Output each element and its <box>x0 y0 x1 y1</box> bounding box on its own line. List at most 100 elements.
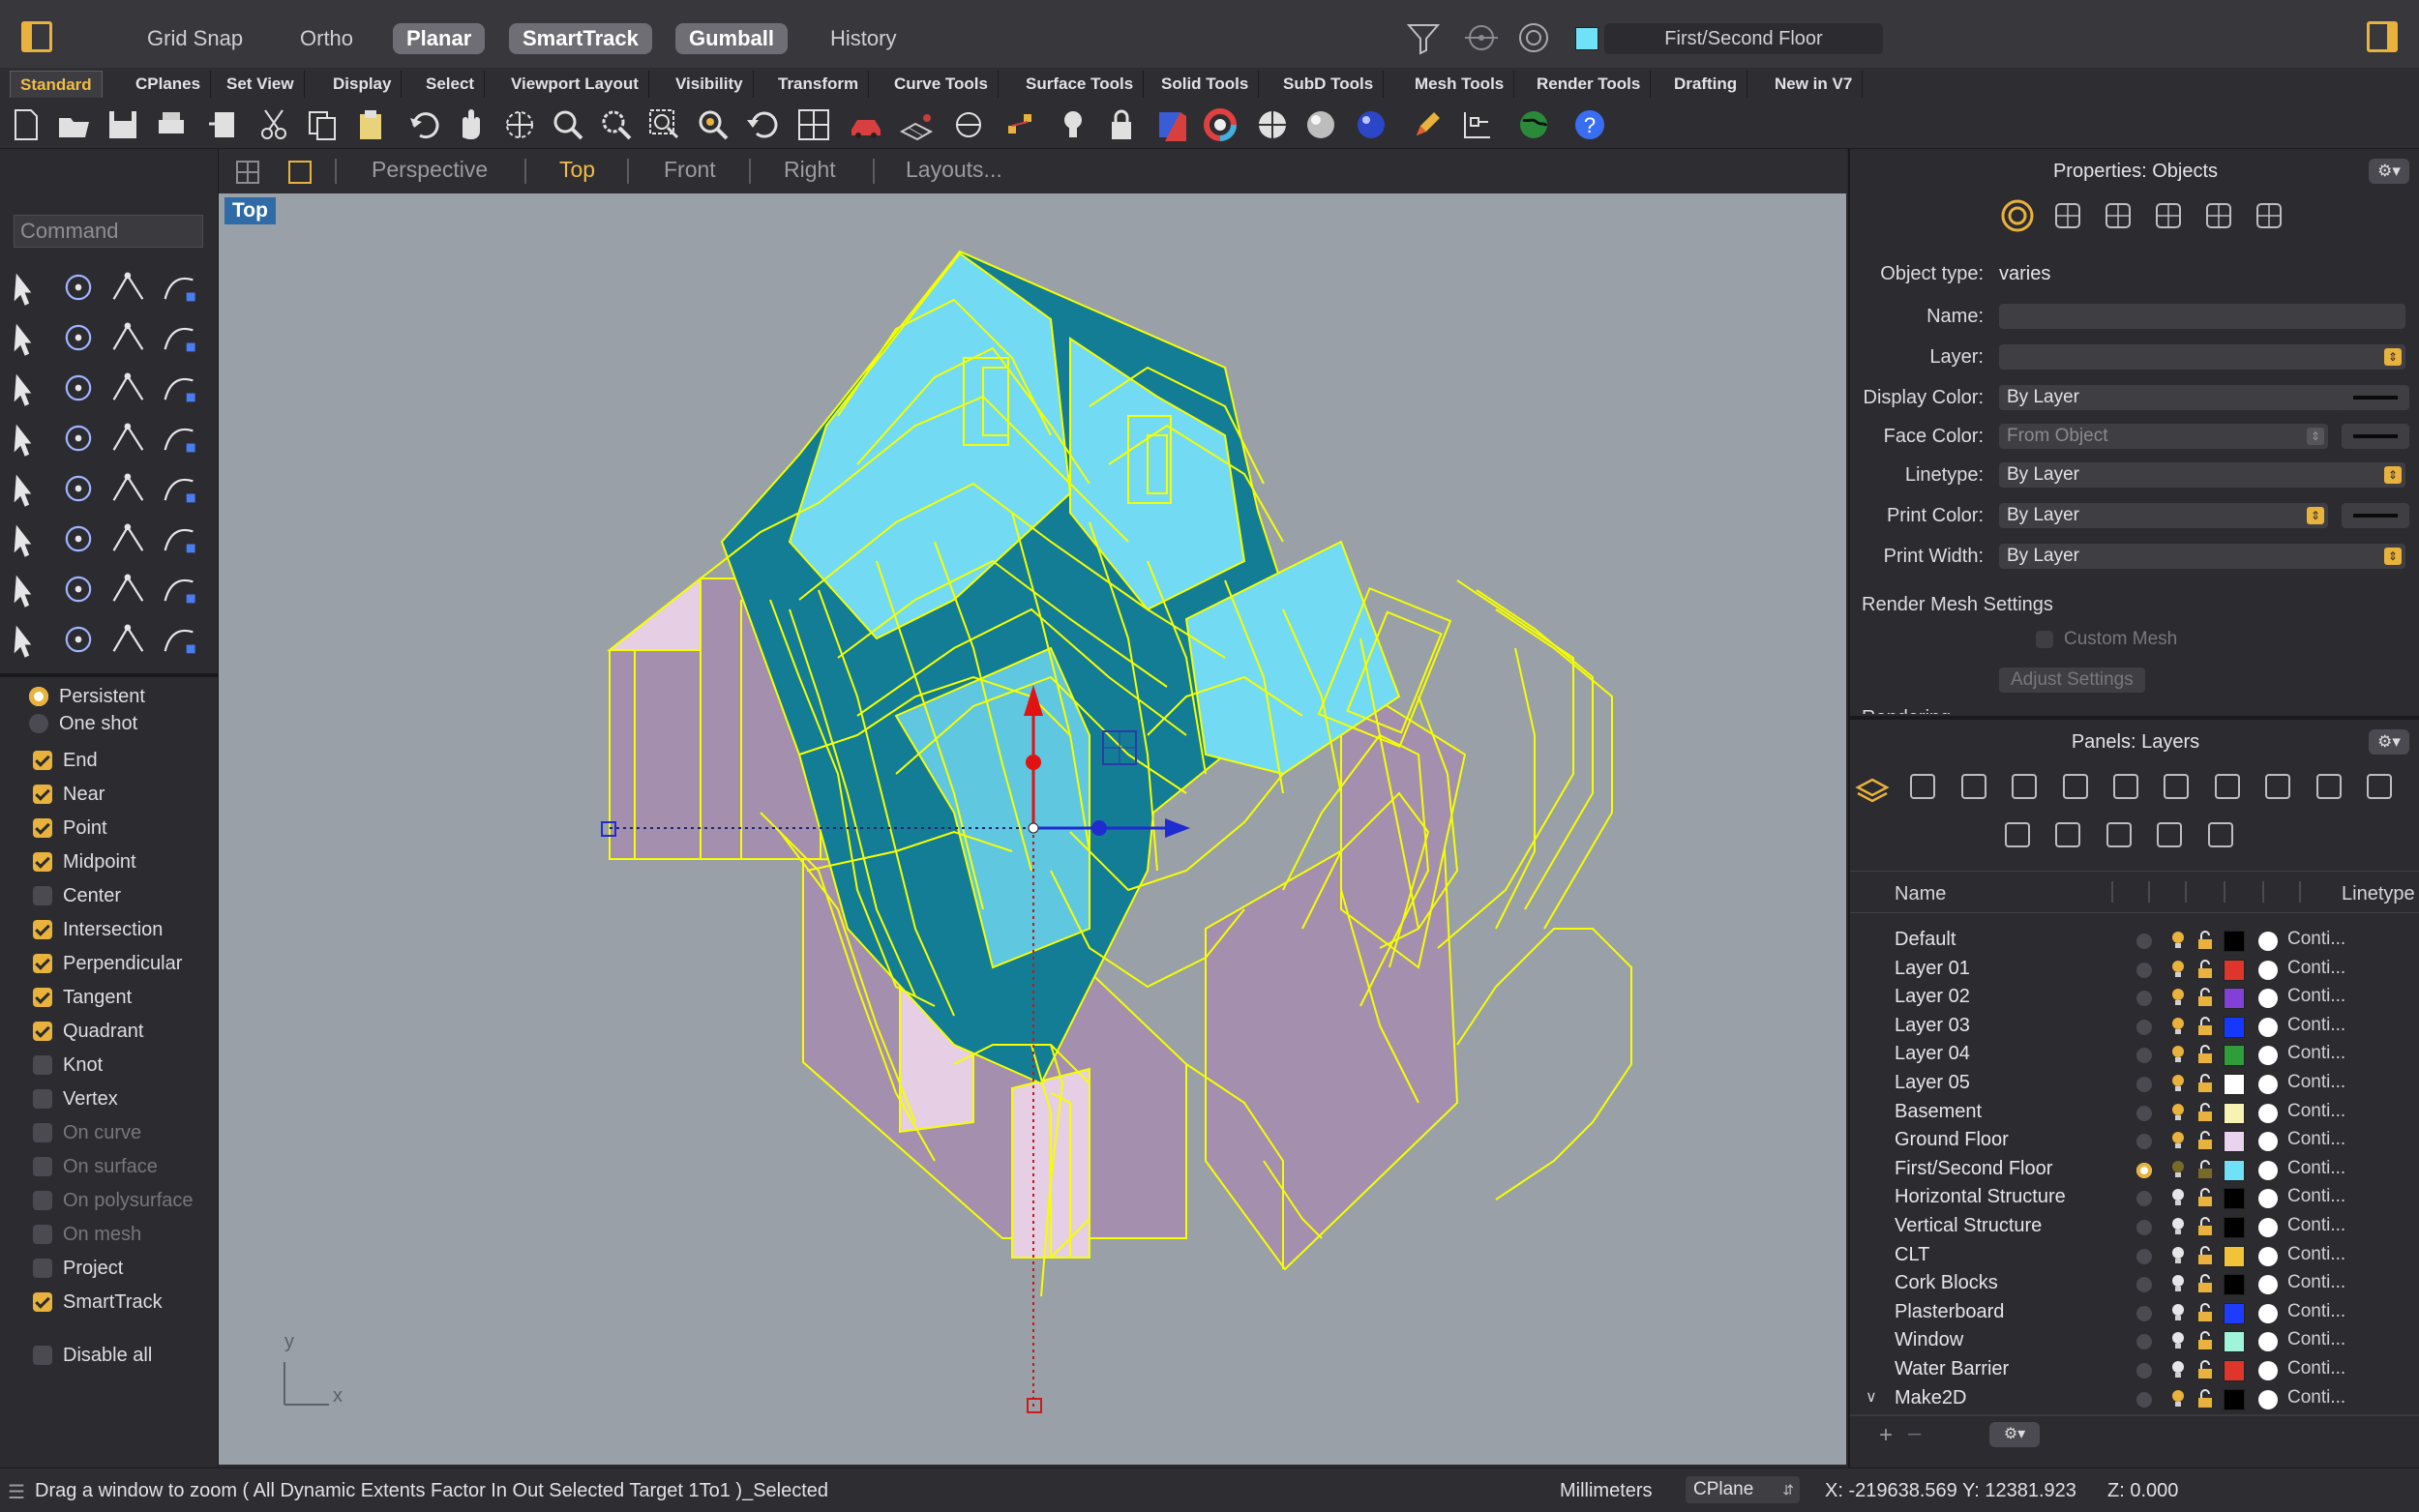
ellipse-icon[interactable] <box>58 317 99 358</box>
cplane-icon[interactable] <box>950 106 987 143</box>
col-linetype[interactable]: Linetype <box>2342 883 2415 905</box>
layer-row[interactable]: First/Second Floor Conti... <box>1850 1155 2419 1183</box>
object-properties-icon[interactable] <box>1999 197 2036 234</box>
lock-icon[interactable] <box>2195 1245 2216 1266</box>
blocks-icon[interactable] <box>2006 768 2043 805</box>
smarttrack-toggle[interactable]: SmartTrack <box>509 23 652 54</box>
tab-subd-tools[interactable]: SubD Tools <box>1273 71 1385 98</box>
osnap-near[interactable]: Near <box>33 781 105 808</box>
visibility-bulb-icon[interactable] <box>2167 1016 2189 1037</box>
current-layer-dot[interactable] <box>2136 1191 2152 1207</box>
layer-row[interactable]: Layer 01 Conti... <box>1850 955 2419 983</box>
osnap-checkbox[interactable] <box>33 920 52 939</box>
current-layer-dot[interactable] <box>2136 1134 2152 1150</box>
status-menu-icon[interactable]: ☰ <box>8 1480 25 1504</box>
lock-icon[interactable] <box>2195 1159 2216 1180</box>
layer-material-icon[interactable] <box>2258 1017 2278 1037</box>
grid-snap-toggle[interactable]: Grid Snap <box>134 23 256 54</box>
layer-name[interactable]: First/Second Floor <box>1895 1158 2052 1180</box>
grid-panel-icon[interactable] <box>1999 816 2036 853</box>
tab-new-in-v7[interactable]: New in V7 <box>1765 71 1864 98</box>
layer-material-icon[interactable] <box>2258 1332 2278 1352</box>
zoom-extents-icon[interactable] <box>646 106 683 143</box>
tab-right[interactable]: Right <box>784 157 836 183</box>
lock-icon[interactable] <box>2195 1216 2216 1237</box>
circle-icon[interactable] <box>8 317 48 358</box>
adjust-settings-button[interactable]: Adjust Settings <box>1999 667 2145 693</box>
libraries-icon[interactable] <box>2202 816 2239 853</box>
sidebar-toggle-left-icon[interactable] <box>21 21 52 52</box>
osnap-checkbox[interactable] <box>33 1259 52 1278</box>
layer-row[interactable]: Layer 05 Conti... <box>1850 1069 2419 1097</box>
expand-chevron-icon[interactable]: ∨ <box>1866 1387 1877 1407</box>
current-layer-dot[interactable] <box>2136 1277 2152 1293</box>
tab-drafting[interactable]: Drafting <box>1664 71 1748 98</box>
surface-icon[interactable] <box>108 368 149 408</box>
osnap-vertex[interactable]: Vertex <box>33 1085 118 1112</box>
current-layer-swatch[interactable] <box>1575 27 1598 50</box>
four-view-icon[interactable] <box>795 106 832 143</box>
osnap-checkbox[interactable] <box>33 852 52 872</box>
layer-linetype[interactable]: Conti... <box>2287 986 2345 1007</box>
layer-name[interactable]: Ground Floor <box>1895 1129 2009 1151</box>
help-panel-icon[interactable] <box>2158 768 2195 805</box>
tab-transform[interactable]: Transform <box>768 71 870 98</box>
zoom-icon[interactable] <box>550 106 586 143</box>
osnap-checkbox[interactable] <box>33 1055 52 1075</box>
planar-toggle[interactable]: Planar <box>393 23 486 54</box>
tab-render-tools[interactable]: Render Tools <box>1527 71 1652 98</box>
scale-icon[interactable] <box>58 569 99 609</box>
lock-icon[interactable] <box>2195 1102 2216 1123</box>
osnap-checkbox[interactable] <box>33 1123 52 1142</box>
visibility-bulb-icon[interactable] <box>2167 1187 2189 1208</box>
layer-linetype[interactable]: Conti... <box>2287 929 2345 950</box>
layer-color-swatch[interactable] <box>2224 1159 2245 1181</box>
zoom-selected-icon[interactable] <box>695 106 732 143</box>
layer-material-icon[interactable] <box>2258 1046 2278 1066</box>
current-layer-dropdown[interactable]: First/Second Floor <box>1604 23 1883 54</box>
osnap-checkbox[interactable] <box>33 886 52 905</box>
tab-mesh-tools[interactable]: Mesh Tools <box>1405 71 1515 98</box>
current-layer-dot[interactable] <box>2136 1363 2152 1379</box>
custom-mesh-checkbox[interactable]: Custom Mesh <box>2036 629 2177 650</box>
layer-color-swatch[interactable] <box>2224 1188 2245 1210</box>
osnap-checkbox[interactable] <box>33 1089 52 1109</box>
layer-material-icon[interactable] <box>2258 1275 2278 1295</box>
layer-color-swatch[interactable] <box>2224 931 2245 952</box>
osnap-on-curve[interactable]: On curve <box>33 1119 141 1146</box>
add-layer-icon[interactable]: + <box>1879 1422 1893 1449</box>
visibility-bulb-icon[interactable] <box>2167 930 2189 951</box>
current-layer-dot[interactable] <box>2136 1305 2152 1321</box>
prop-field-face-color[interactable]: From Object ⇕ <box>1999 424 2328 449</box>
visibility-bulb-icon[interactable] <box>2167 1102 2189 1123</box>
sun-icon[interactable] <box>2151 816 2188 853</box>
layer-row[interactable]: CLT Conti... <box>1850 1241 2419 1269</box>
lock-icon[interactable] <box>2195 1073 2216 1094</box>
color-swatch-button[interactable] <box>2342 503 2409 528</box>
tab-display[interactable]: Display <box>323 71 403 98</box>
layer-linetype[interactable]: Conti... <box>2287 1186 2345 1207</box>
layer-linetype[interactable]: Conti... <box>2287 1329 2345 1350</box>
layer-linetype[interactable]: Conti... <box>2287 1043 2345 1064</box>
top-viewport[interactable]: Top y x <box>219 193 1846 1465</box>
layer-row[interactable]: Cork Blocks Conti... <box>1850 1269 2419 1297</box>
copy-icon[interactable] <box>304 106 341 143</box>
layer-name[interactable]: Vertical Structure <box>1895 1215 2042 1237</box>
layer-linetype[interactable]: Conti... <box>2287 1215 2345 1236</box>
osnap-checkbox[interactable] <box>33 818 52 838</box>
layer-linetype[interactable]: Conti... <box>2287 958 2345 979</box>
tab-curve-tools[interactable]: Curve Tools <box>884 71 999 98</box>
prop-field-print-color[interactable]: By Layer ⇕ <box>1999 503 2328 528</box>
car-icon[interactable] <box>848 106 884 143</box>
current-layer-dot[interactable] <box>2136 1391 2152 1408</box>
lock-icon[interactable] <box>2195 959 2216 980</box>
layer-material-icon[interactable] <box>2258 1303 2278 1323</box>
record-history-icon[interactable] <box>1515 19 1552 56</box>
osnap-checkbox[interactable] <box>33 988 52 1007</box>
new-file-icon[interactable] <box>8 106 45 143</box>
layer-color-swatch[interactable] <box>2224 1045 2245 1067</box>
zoom-window-icon[interactable] <box>598 106 635 143</box>
polyline-icon[interactable] <box>108 267 149 308</box>
file-panel-icon[interactable] <box>2259 768 2296 805</box>
loft-icon[interactable] <box>159 368 199 408</box>
